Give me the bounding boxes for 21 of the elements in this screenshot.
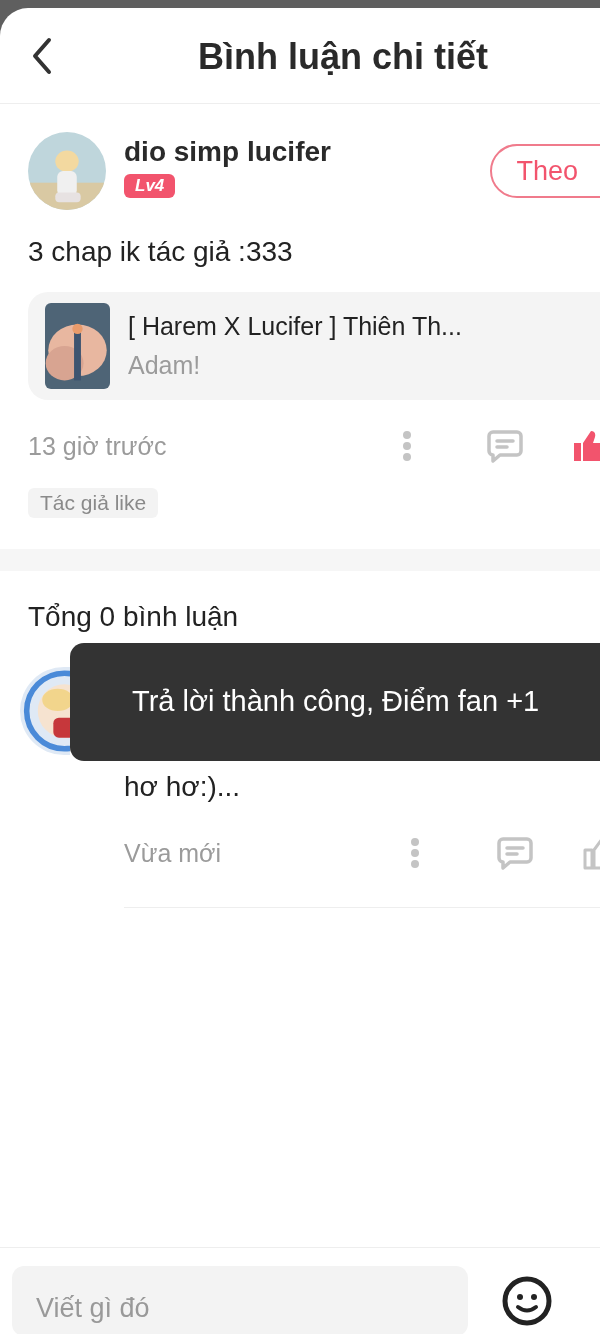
level-badge: Lv4 — [124, 174, 176, 198]
comment-text: hơ hơ:)... — [124, 771, 242, 803]
thumbs-up-icon[interactable] — [572, 429, 600, 463]
timestamp: 13 giờ trước — [28, 431, 168, 461]
book-author: Adam! — [128, 351, 202, 380]
timestamp: Vừa mới — [124, 838, 223, 868]
book-card[interactable]: [ Harem X Lucifer ] Thiên Th... Adam! — [28, 292, 600, 400]
back-icon[interactable] — [30, 36, 54, 75]
author-like-tag: Tác giả like — [28, 488, 159, 518]
comment-count: Tổng 0 bình luận — [28, 601, 240, 633]
page-title: Bình luận chi tiết — [198, 36, 488, 78]
comment-text: 3 chap ik tác giả :333 — [28, 236, 294, 268]
comment-icon[interactable] — [496, 836, 534, 870]
more-icon[interactable] — [402, 430, 412, 462]
more-icon[interactable] — [410, 837, 420, 869]
user-name[interactable]: dio simp lucifer — [124, 136, 491, 168]
comment-icon[interactable] — [486, 429, 524, 463]
book-title: [ Harem X Lucifer ] Thiên Th... — [128, 312, 462, 341]
comment-input[interactable]: Viết gì đó — [12, 1266, 468, 1334]
emoji-icon[interactable] — [502, 1276, 552, 1326]
success-toast: Trả lời thành công, Điểm fan +1 — [70, 643, 600, 761]
